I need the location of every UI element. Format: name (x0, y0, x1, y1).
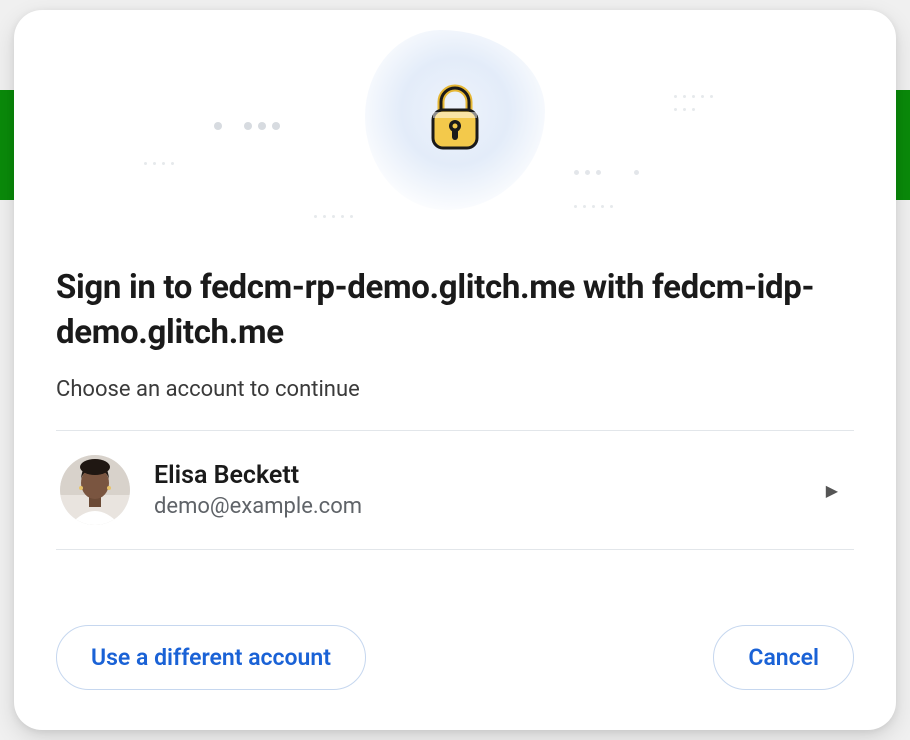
account-avatar (60, 455, 130, 525)
account-email: demo@example.com (154, 494, 802, 519)
cancel-button[interactable]: Cancel (713, 625, 854, 690)
dialog-button-row: Use a different account Cancel (56, 575, 854, 690)
dialog-title: Sign in to fedcm-rp-demo.glitch.me with … (56, 266, 854, 355)
decorative-dots (674, 95, 713, 98)
account-text: Elisa Beckett demo@example.com (154, 461, 802, 519)
signin-dialog: Sign in to fedcm-rp-demo.glitch.me with … (14, 10, 896, 730)
lock-icon (423, 82, 487, 158)
decorative-dots (314, 215, 353, 218)
chevron-right-icon: ▶ (826, 481, 838, 500)
dialog-hero-illustration (14, 10, 896, 230)
dialog-content: Sign in to fedcm-rp-demo.glitch.me with … (14, 230, 896, 730)
decorative-dots (214, 122, 222, 130)
account-row[interactable]: Elisa Beckett demo@example.com ▶ (56, 431, 854, 549)
divider (56, 549, 854, 550)
decorative-dots (674, 108, 695, 111)
account-name: Elisa Beckett (154, 461, 802, 490)
dialog-subtitle: Choose an account to continue (56, 377, 854, 402)
decorative-dots (574, 170, 601, 175)
decorative-dots (574, 205, 613, 208)
decorative-dots (144, 162, 174, 165)
decorative-dots (634, 170, 639, 175)
decorative-dots (244, 122, 280, 130)
use-different-account-button[interactable]: Use a different account (56, 625, 366, 690)
